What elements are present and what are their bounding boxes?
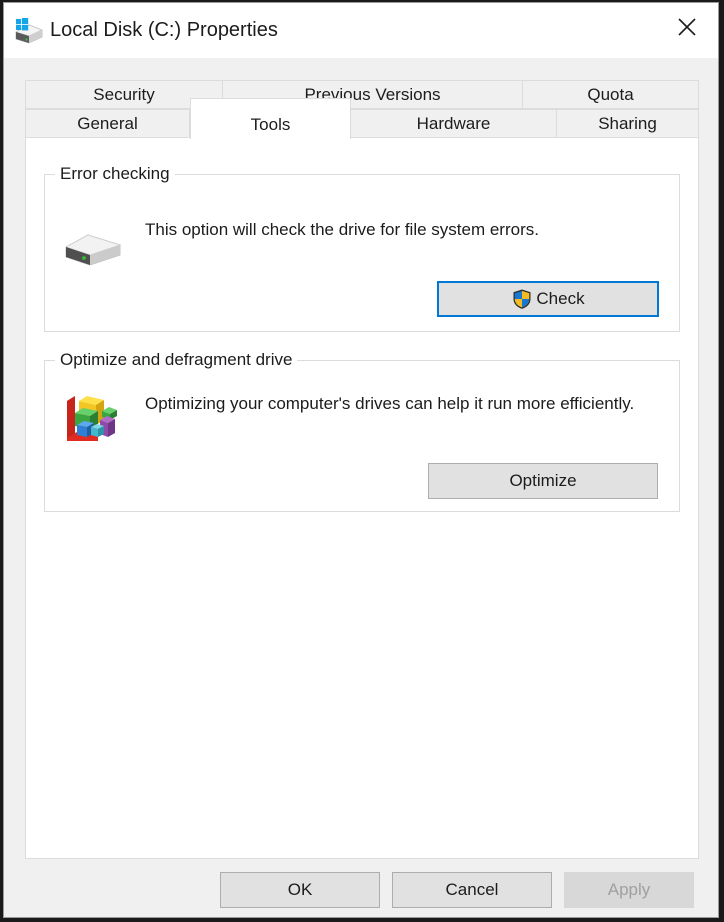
tab-label: Quota <box>587 84 634 104</box>
tab-label: Hardware <box>416 113 491 133</box>
error-checking-group: Error checking This option will check th… <box>44 164 680 332</box>
error-checking-legend: Error checking <box>55 164 175 184</box>
close-button[interactable] <box>656 3 718 53</box>
tab-label: Security <box>93 84 155 104</box>
tab-row-2: General Tools Hardware Sharing <box>25 98 699 139</box>
uac-shield-icon <box>511 288 533 310</box>
tab-tools[interactable]: Tools <box>190 98 351 139</box>
optimize-description: Optimizing your computer's drives can he… <box>145 394 635 413</box>
tab-label: Tools <box>250 115 291 134</box>
optimize-defragment-group: Optimize and defragment drive Optimizing… <box>44 350 680 512</box>
title-bar: Local Disk (C:) Properties <box>4 3 718 58</box>
optimize-button-label: Optimize <box>509 471 577 490</box>
tab-general[interactable]: General <box>25 109 190 138</box>
apply-button: Apply <box>564 872 694 908</box>
tab-sharing[interactable]: Sharing <box>557 109 699 138</box>
properties-dialog-window: Local Disk (C:) Properties Security Prev… <box>3 2 719 918</box>
tab-label: General <box>77 113 138 133</box>
apply-button-label: Apply <box>607 880 651 899</box>
tools-tab-panel: Error checking This option will check th… <box>25 137 699 859</box>
defragment-blocks-icon <box>62 389 120 447</box>
optimize-button[interactable]: Optimize <box>428 463 658 499</box>
error-checking-description: This option will check the drive for fil… <box>145 220 539 239</box>
check-button-label: Check <box>536 289 585 308</box>
ok-button-label: OK <box>287 880 313 899</box>
optimize-defragment-legend: Optimize and defragment drive <box>55 350 298 370</box>
tab-label: Sharing <box>598 113 657 133</box>
tab-strip: Security Previous Versions Quota General… <box>25 80 699 139</box>
window-title: Local Disk (C:) Properties <box>50 19 278 41</box>
tab-quota[interactable]: Quota <box>523 80 699 109</box>
ok-button[interactable]: OK <box>220 872 380 908</box>
cancel-button[interactable]: Cancel <box>392 872 552 908</box>
dialog-footer: OK Cancel Apply <box>4 859 718 917</box>
cancel-button-label: Cancel <box>445 880 499 899</box>
tab-hardware[interactable]: Hardware <box>351 109 557 138</box>
hard-drive-icon <box>60 225 126 269</box>
local-disk-drive-icon <box>12 17 44 45</box>
tab-row-1: Security Previous Versions Quota <box>25 80 699 109</box>
check-button[interactable]: Check <box>437 281 659 317</box>
